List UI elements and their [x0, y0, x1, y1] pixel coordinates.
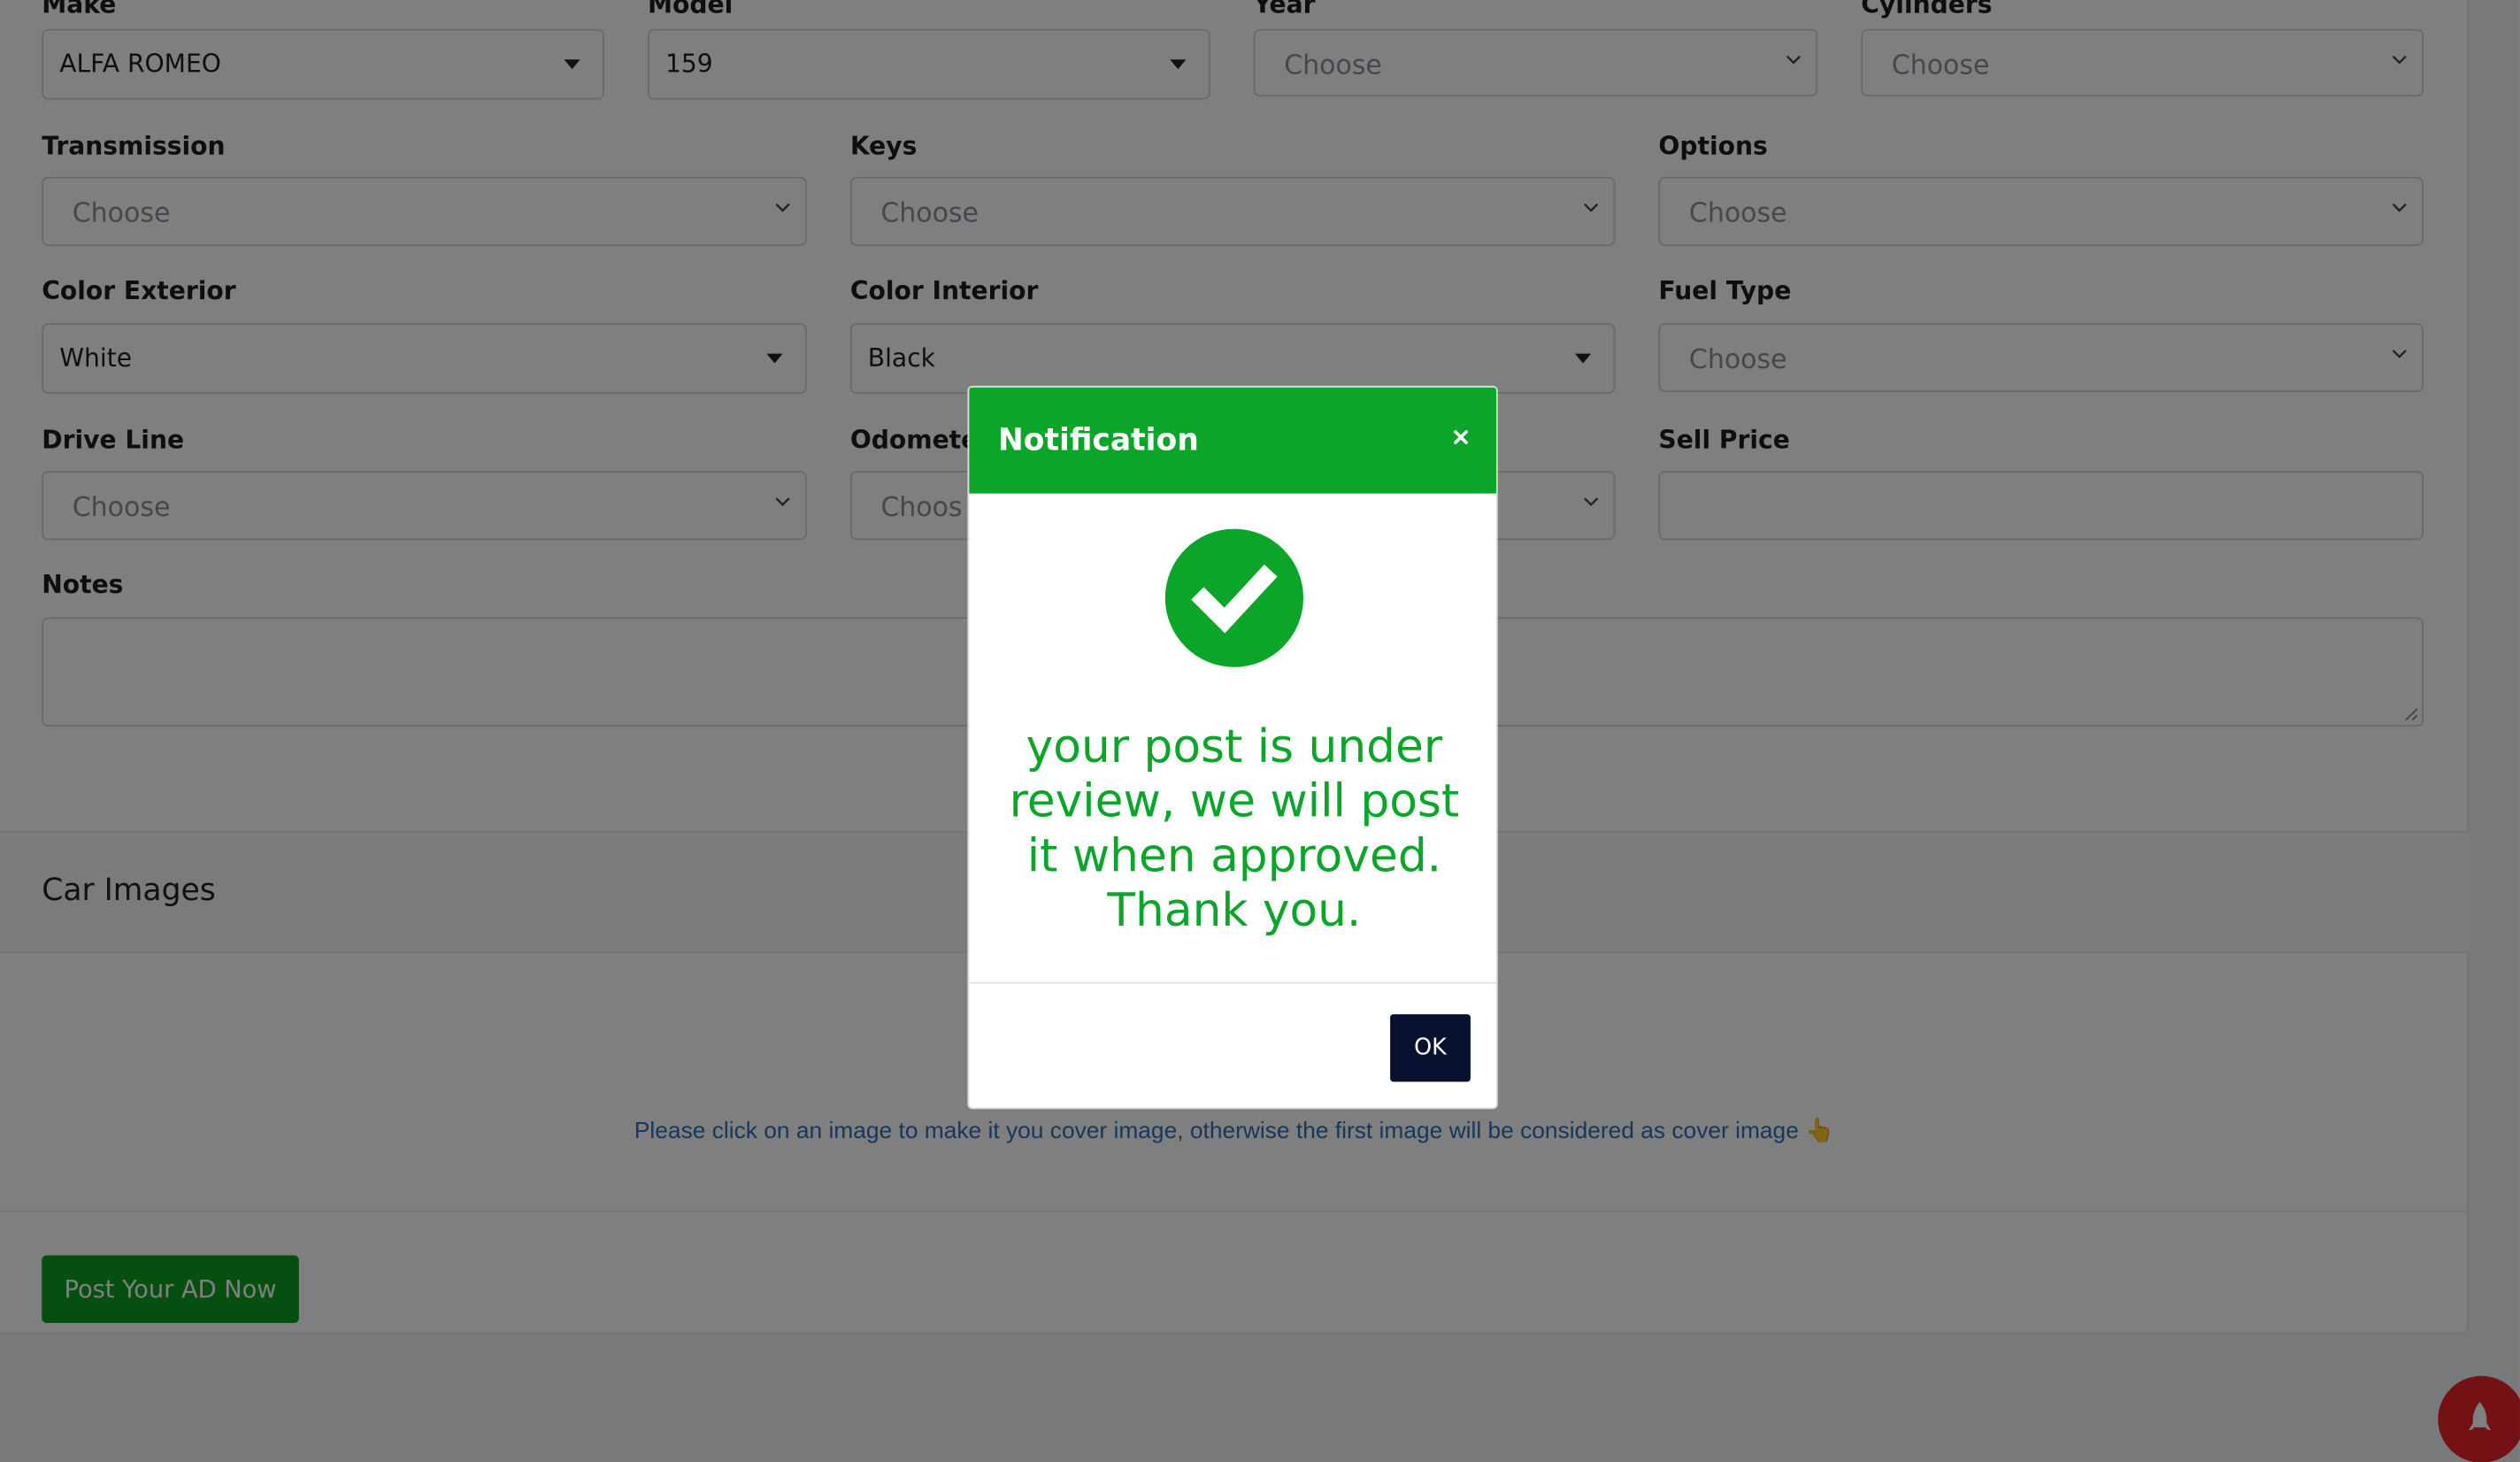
ok-button[interactable]: OK — [1390, 1014, 1471, 1082]
close-button[interactable] — [1445, 423, 1477, 455]
page: Make ALFA ROMEO Model 159 Year Choose Cy… — [0, 0, 2520, 1462]
modal-header: Notification — [969, 387, 1496, 494]
modal-title: Notification — [997, 422, 1199, 458]
close-icon — [1454, 430, 1468, 444]
modal-message: your post is under review, we will post … — [1009, 719, 1460, 937]
modal-divider — [969, 981, 1496, 984]
success-check-icon — [1164, 528, 1304, 667]
notification-modal: Notification your post is under review, … — [967, 385, 1498, 1110]
